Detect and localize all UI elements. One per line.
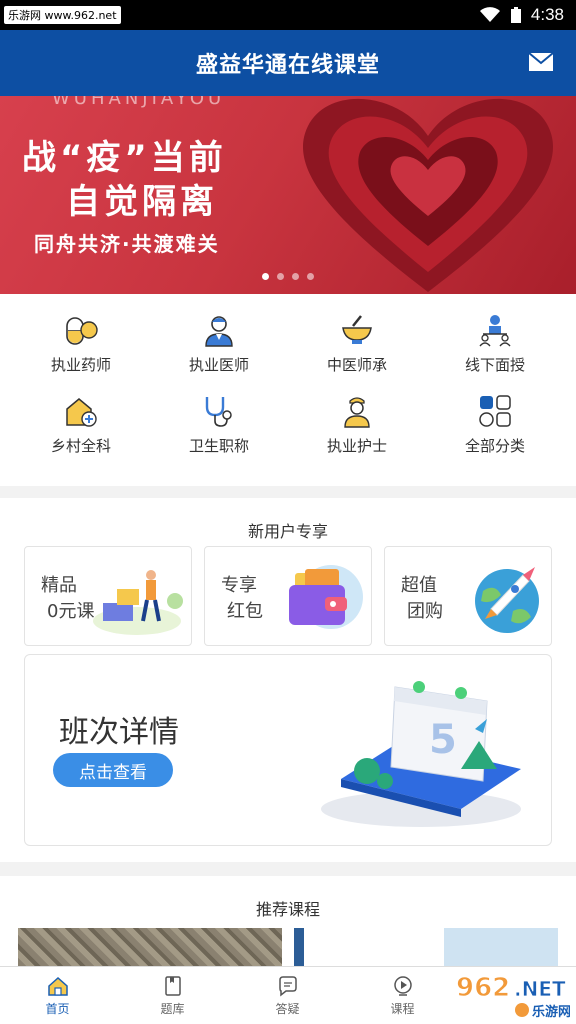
wallet-illustration [289,565,363,629]
course-card[interactable] [294,928,558,966]
class-detail-title: 班次详情 [59,715,179,750]
new-user-section: 新用户专享 精品 0元课 专享 红包 超值 团购 班次详情 点击查看 5 [0,498,576,862]
tab-label: 首页 [45,1001,70,1016]
promo-group-buy[interactable]: 超值 团购 [384,546,552,646]
section-title: 推荐课程 [255,900,320,919]
category-label: 执业护士 [326,437,387,455]
promo-line1: 精品 [41,575,77,596]
category-nurse[interactable]: 执业护士 [288,393,426,456]
banner-watermark: WUHANJIAYOU [52,96,226,109]
tab-label: 答疑 [275,1001,300,1016]
class-detail-card[interactable]: 班次详情 点击查看 5 [24,654,552,846]
category-all[interactable]: 全部分类 [426,393,564,456]
nurse-icon [344,397,370,428]
svg-text:乐游网: 乐游网 [532,1004,570,1020]
tab-question-bank[interactable]: 题库 [115,967,230,1024]
promo-line2: 团购 [407,601,443,622]
category-label: 执业药师 [50,356,111,374]
status-bar: 乐游网 www.962.net 4:38 [0,0,576,30]
category-label: 执业医师 [188,356,249,374]
grid-icon [479,395,511,427]
view-detail-button[interactable]: 点击查看 [53,753,173,787]
carousel-dot[interactable] [262,273,269,280]
banner-subline: 同舟共济·共渡难关 [34,232,220,256]
recommend-section: 推荐课程 [0,876,576,966]
promo-line2: 0元课 [47,601,95,622]
banner-headline-1: 战“疫”当前 [22,138,227,178]
category-label: 全部分类 [464,437,525,455]
tab-label: 课程 [390,1001,415,1016]
tab-home[interactable]: 首页 [0,967,115,1024]
tab-label: 题库 [160,1001,185,1016]
category-label: 中医师承 [326,356,387,374]
category-label: 乡村全科 [50,437,111,455]
banner-carousel[interactable]: WUHANJIAYOU 战“疫”当前 自觉隔离 同舟共济·共渡难关 [0,96,576,294]
promo-red-packet[interactable]: 专享 红包 [204,546,372,646]
clock: 4:38 [530,5,564,24]
pill-icon [66,317,98,345]
svg-text:.NET: .NET [514,977,566,1001]
home-icon [47,976,68,996]
category-tcm[interactable]: 中医师承 [288,312,426,375]
category-offline[interactable]: 线下面授 [426,312,564,375]
promo-free-course[interactable]: 精品 0元课 [24,546,192,646]
site-watermark: 乐游网 www.962.net [4,6,121,24]
promo-line2: 红包 [227,601,263,622]
mail-icon[interactable] [528,52,554,72]
wifi-icon [479,7,500,22]
heart-graphic [303,98,553,293]
play-icon [393,975,412,996]
category-pharmacist[interactable]: 执业药师 [12,312,150,375]
chat-icon [278,975,297,997]
promo-line1: 超值 [401,575,437,596]
person-boxes-illustration [93,570,183,635]
section-title: 新用户专享 [247,522,328,541]
stethoscope-icon [205,397,232,427]
course-card[interactable] [18,928,282,966]
lecture-icon [479,315,511,347]
mortar-icon [342,315,372,344]
category-physician[interactable]: 执业医师 [150,312,288,375]
category-rural[interactable]: 乡村全科 [12,393,150,456]
category-label: 线下面授 [464,356,525,374]
question-bank-icon [164,975,181,996]
doctor-icon [205,316,233,347]
village-icon [66,398,97,427]
rocket-globe-illustration [475,567,539,633]
carousel-dots [262,273,314,280]
battery-icon [510,7,521,23]
app-title: 盛益华通在线课堂 [195,53,380,78]
category-label: 卫生职称 [188,437,249,455]
962-logo-watermark: 962 .NET 乐游网 [456,973,571,1021]
bottom-tab-bar: 首页 题库 答疑 课程 962 .NET 乐游网 [0,966,576,1024]
tab-courses[interactable]: 课程 [345,967,460,1024]
category-title-exam[interactable]: 卫生职称 [150,393,288,456]
carousel-dot[interactable] [292,273,299,280]
carousel-dot[interactable] [277,273,284,280]
calendar-illustration: 5 [321,681,521,827]
carousel-dot[interactable] [307,273,314,280]
banner-headline-2: 自觉隔离 [66,182,218,222]
category-grid: 执业药师 执业医师 中医师承 线下面授 乡村全科 卫生职称 执业护士 全部分类 [0,294,576,486]
app-header: 盛益华通在线课堂 [0,30,576,96]
svg-text:962: 962 [456,973,510,1003]
calendar-day: 5 [429,717,457,763]
tab-qa[interactable]: 答疑 [230,967,345,1024]
promo-line1: 专享 [221,575,257,596]
